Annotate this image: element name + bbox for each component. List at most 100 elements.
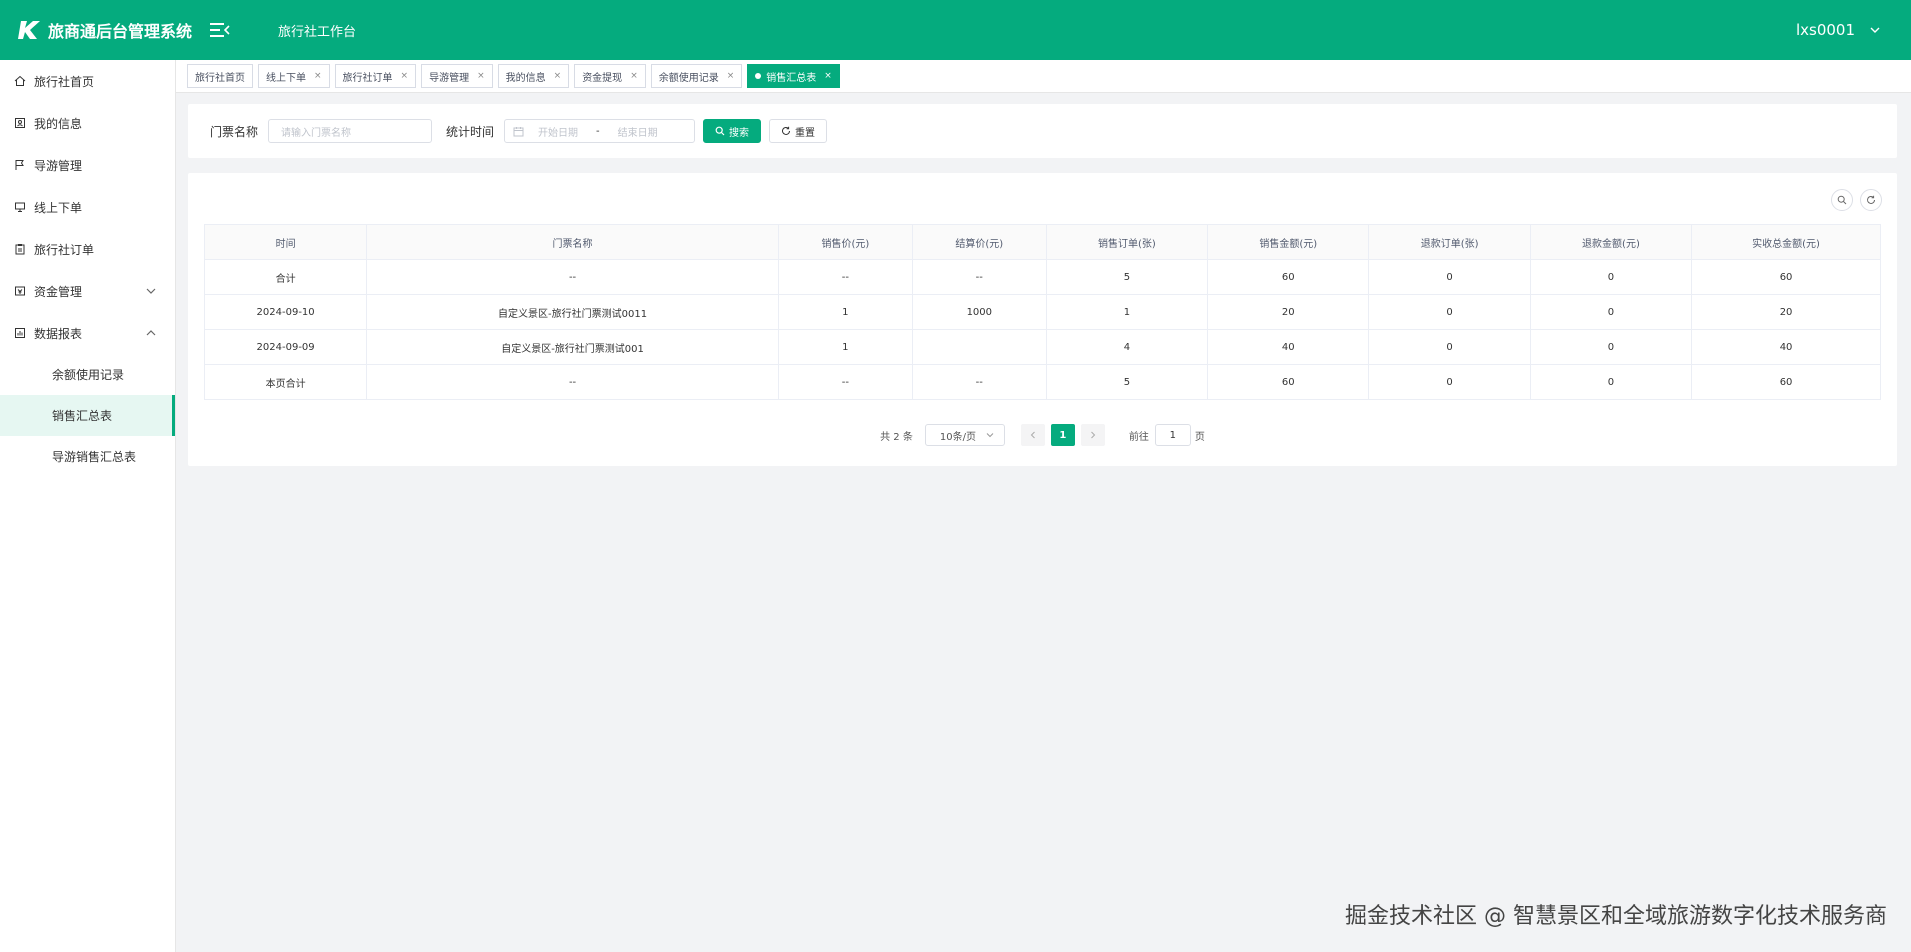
table-cell: 40 bbox=[1207, 329, 1370, 365]
table-cell: 60 bbox=[1207, 364, 1370, 400]
table-cell: -- bbox=[777, 259, 913, 295]
search-button-label: 搜索 bbox=[729, 127, 750, 139]
refresh-icon bbox=[1867, 195, 1875, 204]
table-cell: 60 bbox=[1207, 259, 1370, 295]
table-cell: 20 bbox=[1691, 294, 1881, 330]
refresh-table-button[interactable] bbox=[1860, 189, 1882, 211]
wallet-icon bbox=[15, 286, 25, 296]
next-page-button[interactable] bbox=[1080, 424, 1105, 446]
table-cell: 0 bbox=[1529, 329, 1693, 365]
tab-agency-orders[interactable]: 旅行社订单 × bbox=[334, 64, 417, 88]
tab-sales-summary[interactable]: 销售汇总表 × bbox=[747, 64, 840, 88]
sidebar-item-label: 数据报表 bbox=[34, 326, 83, 341]
table-row: 2024-09-10 自定义景区-旅行社门票测试0011 1 1000 1 20… bbox=[203, 294, 1881, 330]
tab-guide-management[interactable]: 导游管理 × bbox=[421, 64, 493, 88]
table-cell: 60 bbox=[1691, 259, 1881, 295]
close-icon[interactable]: × bbox=[824, 71, 832, 81]
table-cell: 0 bbox=[1529, 364, 1693, 400]
goto-page-input[interactable]: 1 bbox=[1154, 424, 1191, 446]
table-cell: 1 bbox=[1045, 294, 1209, 330]
sidebar-item-online-order[interactable]: 线上下单 bbox=[0, 186, 175, 228]
sidebar-subitem-guide-sales-summary[interactable]: 导游销售汇总表 bbox=[0, 436, 175, 477]
close-icon[interactable]: × bbox=[477, 71, 485, 81]
sidebar-item-my-info[interactable]: 我的信息 bbox=[0, 102, 175, 144]
column-header: 时间 bbox=[203, 224, 368, 260]
ticket-name-input[interactable]: 请输入门票名称 bbox=[268, 119, 433, 143]
tab-withdrawal[interactable]: 资金提现 × bbox=[574, 64, 646, 88]
close-icon[interactable]: × bbox=[727, 71, 735, 81]
sidebar-item-agency-orders[interactable]: 旅行社订单 bbox=[0, 228, 175, 270]
column-header: 销售价(元) bbox=[777, 224, 913, 260]
reset-button[interactable]: 重置 bbox=[769, 119, 828, 143]
page-jumper: 前往 1 页 bbox=[1129, 424, 1205, 446]
tab-online-order[interactable]: 线上下单 × bbox=[258, 64, 330, 88]
tab-agency-home[interactable]: 旅行社首页 bbox=[187, 64, 253, 88]
table-cell: 0 bbox=[1529, 259, 1693, 295]
calendar-icon bbox=[513, 126, 524, 136]
date-range-picker[interactable]: 开始日期 - 结束日期 bbox=[504, 119, 696, 143]
table-cell: -- bbox=[911, 259, 1047, 295]
close-icon[interactable]: × bbox=[554, 71, 562, 81]
start-date-placeholder: 开始日期 bbox=[538, 127, 579, 139]
sidebar-subitem-sales-summary[interactable]: 销售汇总表 bbox=[0, 395, 175, 436]
search-button[interactable]: 搜索 bbox=[703, 119, 762, 143]
table-cell: 1 bbox=[777, 329, 913, 365]
sidebar-subitem-label: 销售汇总表 bbox=[52, 409, 113, 423]
table-header-row: 时间 门票名称 销售价(元) 结算价(元) 销售订单(张) 销售金额(元) 退款… bbox=[203, 224, 1881, 260]
column-header: 销售订单(张) bbox=[1045, 224, 1209, 260]
user-menu[interactable]: lxs0001 bbox=[1796, 0, 1881, 60]
chevron-left-icon bbox=[1030, 431, 1035, 439]
home-icon bbox=[14, 75, 26, 86]
logo: 旅商通后台管理系统 bbox=[0, 18, 200, 42]
sidebar-item-label: 资金管理 bbox=[34, 284, 83, 299]
sidebar-item-label: 我的信息 bbox=[34, 116, 83, 131]
table-cell: 0 bbox=[1368, 294, 1531, 330]
table-row: 2024-09-09 自定义景区-旅行社门票测试001 1 4 40 0 0 4… bbox=[203, 329, 1881, 365]
page-size-select[interactable]: 10条/页 bbox=[924, 424, 1005, 446]
column-header: 销售金额(元) bbox=[1207, 224, 1370, 260]
flag-icon bbox=[15, 160, 24, 170]
column-header: 退款金额(元) bbox=[1529, 224, 1693, 260]
sidebar-item-home[interactable]: 旅行社首页 bbox=[0, 60, 175, 102]
toggle-search-button[interactable] bbox=[1831, 189, 1853, 211]
table-cell: 1 bbox=[777, 294, 913, 330]
table-cell: 自定义景区-旅行社门票测试0011 bbox=[366, 294, 779, 330]
table-cell: 0 bbox=[1368, 364, 1531, 400]
sidebar-item-guide-management[interactable]: 导游管理 bbox=[0, 144, 175, 186]
username: lxs0001 bbox=[1795, 21, 1855, 39]
logo-icon bbox=[18, 21, 40, 39]
column-header: 实收总金额(元) bbox=[1691, 224, 1881, 260]
table-cell: 60 bbox=[1691, 364, 1881, 400]
sales-summary-table: 时间 门票名称 销售价(元) 结算价(元) 销售订单(张) 销售金额(元) 退款… bbox=[203, 224, 1881, 400]
close-icon[interactable]: × bbox=[314, 71, 322, 81]
sidebar-item-data-reports[interactable]: 数据报表 bbox=[0, 312, 175, 354]
table-cell: -- bbox=[777, 364, 913, 400]
table-cell: -- bbox=[911, 364, 1047, 400]
chevron-down-icon bbox=[1870, 27, 1880, 33]
close-icon[interactable]: × bbox=[630, 71, 638, 81]
chevron-up-icon bbox=[146, 330, 156, 336]
prev-page-button[interactable] bbox=[1020, 424, 1045, 446]
tab-my-info[interactable]: 我的信息 × bbox=[497, 64, 570, 88]
search-icon bbox=[715, 126, 725, 136]
close-icon[interactable]: × bbox=[401, 71, 409, 81]
column-header: 门票名称 bbox=[366, 224, 779, 260]
ticket-name-label: 门票名称 bbox=[210, 124, 259, 139]
page-unit-label: 页 bbox=[1194, 431, 1205, 443]
page-number-current[interactable]: 1 bbox=[1050, 424, 1075, 446]
ticket-name-placeholder: 请输入门票名称 bbox=[281, 127, 352, 139]
goto-label: 前往 bbox=[1128, 431, 1149, 443]
table-cell: -- bbox=[366, 259, 779, 295]
tab-label: 旅行社首页 bbox=[195, 72, 245, 84]
sidebar-subitem-balance-records[interactable]: 余额使用记录 bbox=[0, 354, 175, 395]
tab-balance-records[interactable]: 余额使用记录 × bbox=[650, 64, 743, 88]
sidebar-item-label: 旅行社首页 bbox=[34, 74, 95, 89]
menu-fold-icon[interactable] bbox=[210, 22, 230, 38]
sidebar-item-funds[interactable]: 资金管理 bbox=[0, 270, 175, 312]
chevron-right-icon bbox=[1091, 431, 1096, 439]
page-size-value: 10条/页 bbox=[939, 431, 976, 443]
clipboard-icon bbox=[15, 244, 25, 255]
tab-label: 导游管理 bbox=[429, 72, 470, 84]
sidebar-item-label: 导游管理 bbox=[34, 158, 83, 173]
sidebar: 旅行社首页 我的信息 导游管理 线上下单 旅行社订单 资金管理 数据报表 余额使… bbox=[0, 60, 176, 952]
